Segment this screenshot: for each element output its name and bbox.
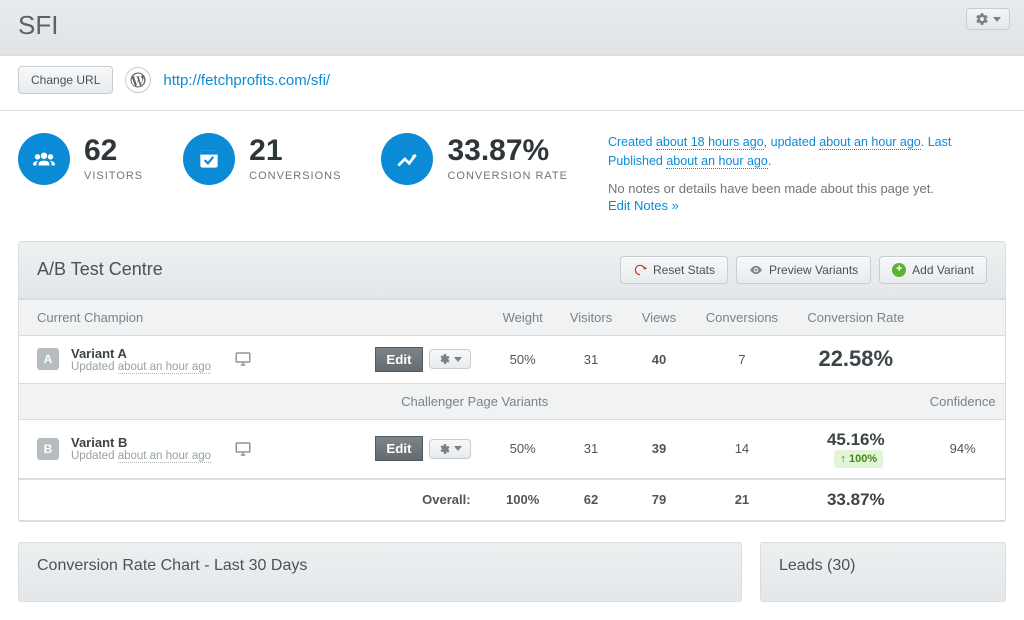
ab-test-card: A/B Test Centre Reset Stats Preview Vari…	[18, 241, 1006, 522]
edit-notes-link[interactable]: Edit Notes »	[608, 198, 679, 213]
visitors-icon	[18, 133, 70, 185]
overall-label: Overall:	[19, 479, 489, 521]
variant-b-conversions: 14	[693, 419, 791, 479]
add-variant-button[interactable]: + Add Variant	[879, 256, 987, 284]
variant-a-views: 40	[625, 335, 692, 383]
wordpress-icon	[125, 67, 151, 93]
overall-weight: 100%	[489, 479, 557, 521]
page-settings-dropdown[interactable]	[966, 8, 1010, 30]
variant-a-updated[interactable]: about an hour ago	[118, 361, 211, 374]
variant-b-confidence: 94%	[920, 419, 1005, 479]
chevron-down-icon	[454, 446, 462, 451]
rate-value: 33.87%	[447, 136, 568, 166]
variant-b-views: 39	[625, 419, 692, 479]
variant-a-badge: A	[37, 348, 59, 370]
variant-a-row: A Variant A Updated about an hour ago Ed…	[19, 335, 1005, 383]
col-conversions: Conversions	[693, 299, 791, 335]
preview-variants-button[interactable]: Preview Variants	[736, 256, 871, 284]
conversions-label: CONVERSIONS	[249, 170, 341, 182]
variant-a-conversions: 7	[693, 335, 791, 383]
variant-a-rate: 22.58%	[818, 346, 893, 371]
conversions-value: 21	[249, 136, 341, 166]
stat-rate: 33.87% CONVERSION RATE	[381, 133, 568, 185]
ab-table: Current Champion Weight Visitors Views C…	[19, 299, 1005, 521]
no-notes-text: No notes or details have been made about…	[608, 181, 958, 196]
stat-visitors: 62 VISITORS	[18, 133, 143, 185]
variant-a-name: Variant A	[71, 346, 211, 361]
variant-b-row: B Variant B Updated about an hour ago Ed…	[19, 419, 1005, 479]
overall-rate: 33.87%	[827, 490, 885, 509]
stat-conversions: 21 CONVERSIONS	[183, 133, 341, 185]
url-row: Change URL http://fetchprofits.com/sfi/	[0, 56, 1024, 111]
variant-b-name: Variant B	[71, 435, 211, 450]
stats-row: 62 VISITORS 21 CONVERSIONS 33.87% CONVER…	[0, 111, 1024, 241]
rate-label: CONVERSION RATE	[447, 170, 568, 182]
challenger-label: Challenger Page Variants	[19, 383, 920, 419]
page-meta: Created about 18 hours ago, updated abou…	[608, 133, 958, 213]
variant-b-settings-dropdown[interactable]	[429, 439, 471, 459]
table-header-row: Current Champion Weight Visitors Views C…	[19, 299, 1005, 335]
variant-b-lift: ↑ 100%	[834, 450, 883, 468]
page-url-link[interactable]: http://fetchprofits.com/sfi/	[163, 72, 330, 89]
monitor-icon	[233, 440, 253, 458]
chevron-down-icon	[993, 17, 1001, 22]
published-ago-link[interactable]: about an hour ago	[666, 154, 767, 169]
col-views: Views	[625, 299, 692, 335]
col-champion: Current Champion	[19, 299, 489, 335]
created-ago-link[interactable]: about 18 hours ago	[656, 135, 764, 150]
variant-a-settings-dropdown[interactable]	[429, 349, 471, 369]
reset-icon	[633, 263, 647, 277]
variant-b-updated[interactable]: about an hour ago	[118, 450, 211, 463]
overall-row: Overall: 100% 62 79 21 33.87%	[19, 479, 1005, 521]
col-weight: Weight	[489, 299, 557, 335]
variant-a-edit-button[interactable]: Edit	[375, 347, 422, 372]
plus-icon: +	[892, 263, 906, 277]
overall-conversions: 21	[693, 479, 791, 521]
visitors-label: VISITORS	[84, 170, 143, 182]
conversions-icon	[183, 133, 235, 185]
variant-b-visitors: 31	[557, 419, 625, 479]
reset-stats-button[interactable]: Reset Stats	[620, 256, 728, 284]
gear-icon	[975, 12, 989, 26]
updated-ago-link[interactable]: about an hour ago	[819, 135, 920, 150]
overall-views: 79	[625, 479, 692, 521]
ab-card-header: A/B Test Centre Reset Stats Preview Vari…	[19, 242, 1005, 299]
variant-b-edit-button[interactable]: Edit	[375, 436, 422, 461]
monitor-icon	[233, 350, 253, 368]
change-url-button[interactable]: Change URL	[18, 66, 113, 94]
ab-card-title: A/B Test Centre	[37, 259, 163, 280]
variant-a-visitors: 31	[557, 335, 625, 383]
visitors-value: 62	[84, 136, 143, 166]
chevron-down-icon	[454, 357, 462, 362]
page-header: SFI	[0, 0, 1024, 56]
page-title: SFI	[18, 10, 1006, 41]
challenger-header-row: Challenger Page Variants Confidence	[19, 383, 1005, 419]
overall-visitors: 62	[557, 479, 625, 521]
variant-a-weight: 50%	[489, 335, 557, 383]
col-confidence: Confidence	[920, 383, 1005, 419]
col-visitors: Visitors	[557, 299, 625, 335]
variant-b-badge: B	[37, 438, 59, 460]
variant-b-rate: 45.16%	[827, 430, 885, 449]
col-rate: Conversion Rate	[791, 299, 920, 335]
eye-icon	[749, 263, 763, 277]
variant-b-weight: 50%	[489, 419, 557, 479]
rate-icon	[381, 133, 433, 185]
